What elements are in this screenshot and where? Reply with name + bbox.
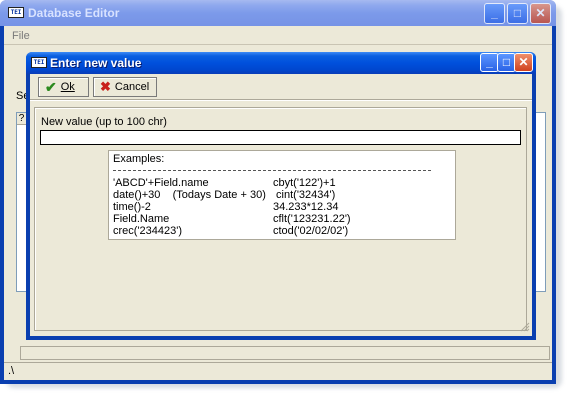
toolbar-separator <box>30 99 532 101</box>
dialog-titlebar[interactable]: TEI Enter new value _ □ ✕ <box>26 52 536 74</box>
ok-button[interactable]: ✔ Ok <box>38 77 89 97</box>
maximize-button[interactable]: □ <box>507 3 528 24</box>
example-left: Field.Name <box>113 213 170 225</box>
status-path: .\ <box>8 365 15 377</box>
example-row: time()-2 34.233*12.34 <box>113 201 443 213</box>
new-value-input[interactable] <box>40 130 521 145</box>
new-value-label: New value (up to 100 chr) <box>41 116 167 128</box>
main-window-title: Database Editor <box>28 6 120 20</box>
status-panel <box>20 346 550 360</box>
example-left: crec('234423') <box>113 225 183 237</box>
minimize-button[interactable]: _ <box>484 3 505 24</box>
example-left: 'ABCD'+Field.name <box>113 177 209 189</box>
example-row: crec('234423') ctod('02/02/02') <box>113 225 443 237</box>
status-bar <box>4 362 552 378</box>
dialog-close-button[interactable]: ✕ <box>514 53 533 72</box>
example-right: cbyt('122')+1 <box>273 177 336 189</box>
checkmark-icon: ✔ <box>45 78 57 95</box>
resize-grip-icon[interactable] <box>520 322 530 332</box>
example-right: cint('32434') <box>273 189 336 201</box>
examples-title: Examples: <box>113 153 165 165</box>
cancel-button[interactable]: ✖ Cancel <box>93 77 157 97</box>
dialog-app-icon: TEI <box>31 57 47 68</box>
example-right: cflt('123231.22') <box>273 213 351 225</box>
dialog-title: Enter new value <box>50 56 142 70</box>
close-button[interactable]: ✕ <box>530 3 551 24</box>
cancel-label: Cancel <box>114 81 150 93</box>
app-icon: TEI <box>8 7 24 18</box>
example-row: Field.Name cflt('123231.22') <box>113 213 443 225</box>
example-row: date()+30 (Todays Date + 30) cint('32434… <box>113 189 443 201</box>
example-left: date()+30 (Todays Date + 30) <box>113 189 266 201</box>
ok-label: Ok <box>60 81 75 93</box>
examples-divider <box>113 170 431 171</box>
main-titlebar[interactable]: TEI Database Editor _ □ ✕ <box>0 0 556 26</box>
menu-file[interactable]: File <box>12 30 30 42</box>
menu-divider <box>4 44 552 45</box>
example-row: 'ABCD'+Field.name cbyt('122')+1 <box>113 177 443 189</box>
example-right: ctod('02/02/02') <box>273 225 349 237</box>
x-icon: ✖ <box>100 79 111 94</box>
example-right: 34.233*12.34 <box>273 201 339 213</box>
example-left: time()-2 <box>113 201 151 213</box>
